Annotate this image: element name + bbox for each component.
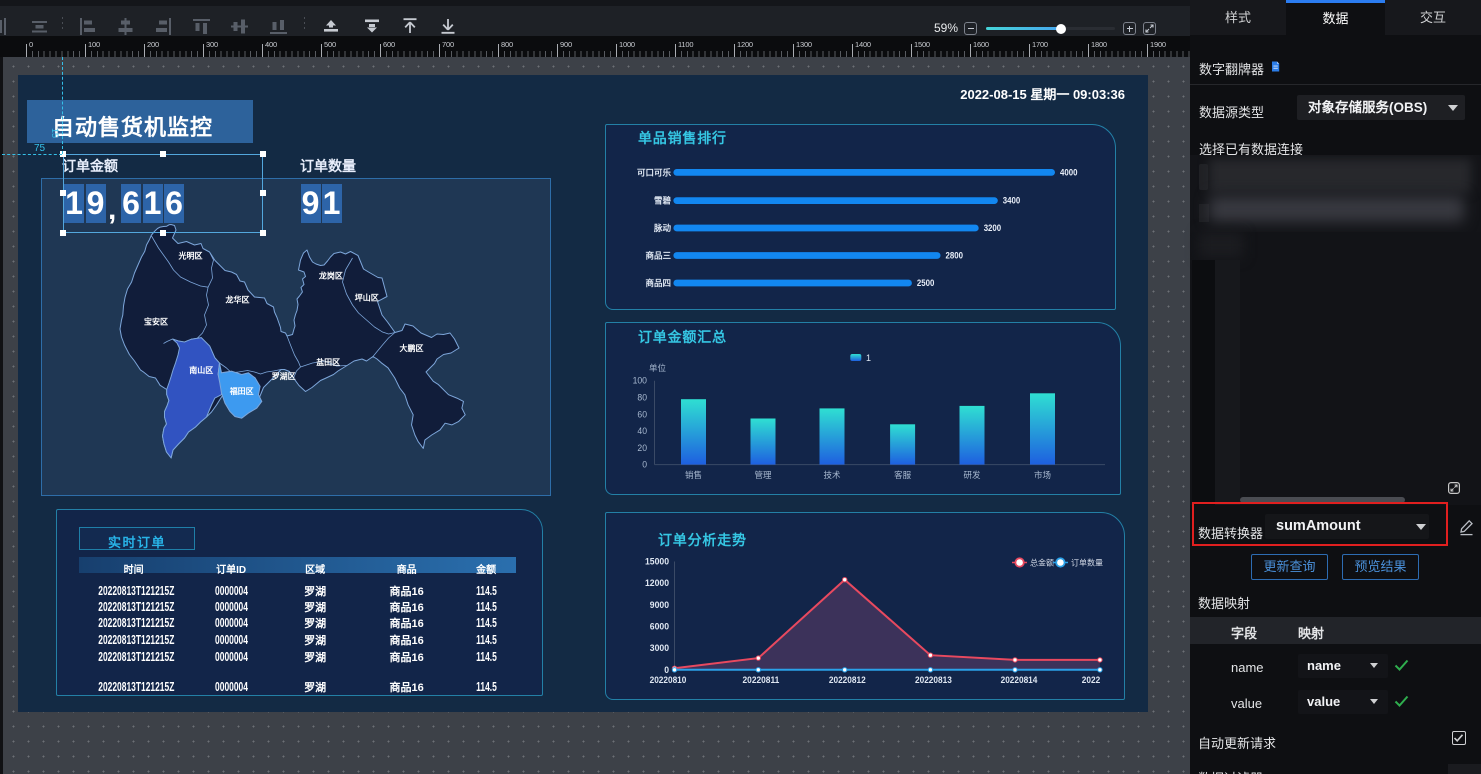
svg-text:坪山区: 坪山区: [354, 292, 378, 302]
svg-text:客服: 客服: [894, 470, 912, 480]
svg-text:总金额: 总金额: [1030, 558, 1054, 568]
svg-text:订单数量: 订单数量: [1071, 558, 1103, 568]
svg-text:技术: 技术: [823, 470, 841, 480]
svg-text:0: 0: [642, 460, 647, 470]
svg-text:9000: 9000: [650, 600, 669, 611]
svg-text:15000: 15000: [645, 557, 669, 568]
svg-text:市场: 市场: [1034, 470, 1051, 480]
svg-text:80: 80: [637, 392, 647, 402]
svg-text:雪碧: 雪碧: [654, 196, 672, 206]
svg-text:销售: 销售: [685, 470, 702, 480]
svg-text:20220810: 20220810: [650, 675, 687, 686]
svg-text:南山区: 南山区: [189, 365, 213, 375]
svg-text:大鹏区: 大鹏区: [399, 343, 423, 353]
svg-text:光明区: 光明区: [177, 251, 202, 261]
svg-text:2800: 2800: [946, 251, 964, 261]
svg-text:20220812: 20220812: [829, 675, 866, 686]
svg-text:福田区: 福田区: [228, 386, 253, 396]
svg-text:6000: 6000: [650, 621, 669, 632]
svg-text:100: 100: [633, 376, 647, 386]
svg-text:龙岗区: 龙岗区: [317, 270, 342, 280]
svg-text:3400: 3400: [1003, 196, 1021, 206]
svg-text:2500: 2500: [917, 278, 935, 288]
svg-text:12000: 12000: [645, 578, 669, 589]
svg-text:可口可乐: 可口可乐: [637, 167, 672, 177]
svg-text:宝安区: 宝安区: [144, 316, 168, 326]
svg-text:20220813: 20220813: [915, 675, 952, 686]
svg-text:4000: 4000: [1060, 167, 1078, 177]
svg-text:管理: 管理: [754, 470, 772, 480]
svg-text:1: 1: [866, 353, 871, 363]
svg-text:单位: 单位: [649, 363, 667, 373]
svg-text:20220814: 20220814: [1001, 675, 1038, 686]
svg-text:罗湖区: 罗湖区: [271, 371, 295, 381]
svg-text:商品三: 商品三: [645, 251, 671, 261]
svg-text:40: 40: [637, 426, 647, 436]
svg-text:龙华区: 龙华区: [224, 294, 249, 304]
svg-text:研发: 研发: [963, 470, 981, 480]
svg-text:3200: 3200: [984, 223, 1002, 233]
svg-text:商品四: 商品四: [645, 278, 671, 288]
svg-text:脉动: 脉动: [653, 223, 672, 233]
svg-text:60: 60: [637, 409, 647, 419]
svg-text:20: 20: [637, 443, 647, 453]
svg-text:20220811: 20220811: [743, 675, 780, 686]
svg-text:2022: 2022: [1082, 675, 1100, 686]
svg-text:盐田区: 盐田区: [316, 357, 340, 367]
svg-text:3000: 3000: [650, 643, 669, 654]
